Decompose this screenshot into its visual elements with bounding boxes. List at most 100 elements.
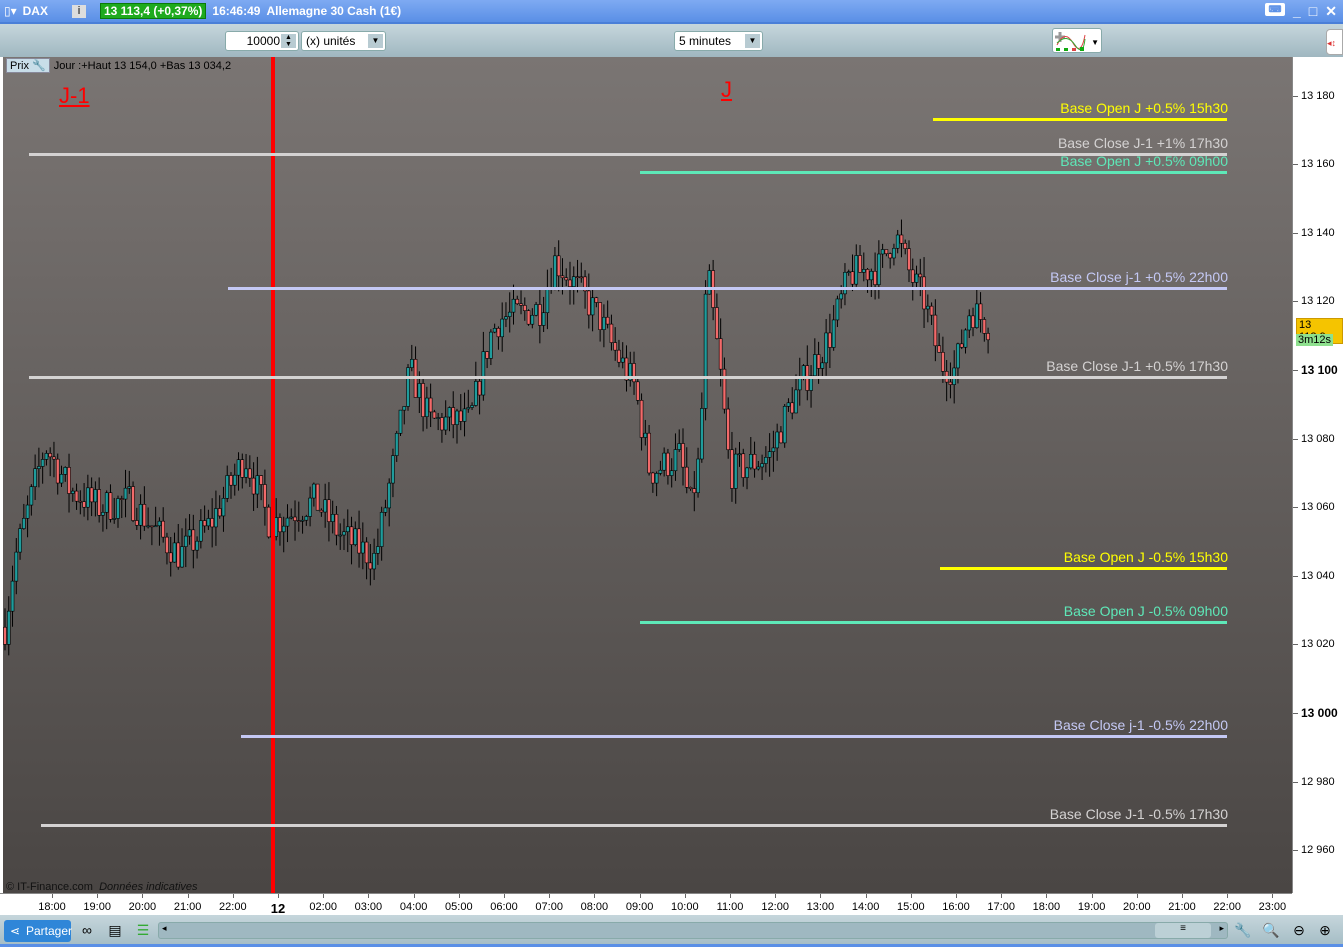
side-panel-toggle[interactable]: ◂↕ <box>1326 29 1343 55</box>
price-tab-label: Prix <box>10 60 29 72</box>
stepper-arrows-icon[interactable]: ▲ ▼ <box>281 34 296 48</box>
candle-up <box>436 417 440 419</box>
notes-icon[interactable]: ▤ <box>106 921 124 939</box>
level-line[interactable] <box>639 621 1228 625</box>
candle-down <box>651 472 655 484</box>
chevron-down-icon[interactable]: ▼ <box>745 34 760 48</box>
level-label: Base Close J-1 -0.5% 17h30 <box>1049 806 1228 823</box>
level-line[interactable] <box>29 375 1228 379</box>
candle-down <box>319 509 324 513</box>
disclaimer-text: Données indicatives <box>99 881 198 893</box>
chart-settings-icon[interactable]: 🔧 <box>1234 921 1252 939</box>
level-label: Base Open J -0.5% 09h00 <box>1063 603 1228 620</box>
horizontal-scrollbar[interactable]: ◂ ≡ ▸ <box>158 922 1228 939</box>
candles-layer <box>3 57 990 893</box>
chevron-down-icon[interactable]: ▼ <box>1091 34 1099 52</box>
candle-down <box>191 529 196 551</box>
candle-down <box>850 271 855 285</box>
maximize-icon[interactable]: □ <box>1309 3 1317 20</box>
level-line[interactable] <box>29 152 1228 156</box>
candle-up <box>511 298 516 313</box>
info-icon[interactable]: i <box>71 4 86 18</box>
time-axis[interactable]: 18:00 19:00 20:00 21:00 22:00 12 02:00 03:00 04:… <box>0 893 1292 916</box>
time-tick-label: 22:00 <box>1213 901 1241 913</box>
price-axis[interactable]: 13 112,9 3m12s 13 18013 16013 14013 1201… <box>1292 57 1343 893</box>
zoom-in-icon[interactable]: ⊕ <box>1316 921 1334 939</box>
candle-up <box>877 253 881 285</box>
level-line[interactable] <box>933 117 1228 121</box>
candle-down <box>89 487 94 503</box>
candle-up <box>462 408 467 422</box>
interval-select[interactable]: 5 minutes ▼ <box>674 31 763 51</box>
price-tick <box>1293 370 1298 371</box>
close-icon[interactable]: ✕ <box>1325 3 1337 20</box>
time-tick <box>504 894 505 898</box>
candle-down <box>647 432 651 474</box>
candle-down <box>681 443 685 468</box>
time-tick <box>413 894 415 898</box>
wrench-icon[interactable]: 🔧 <box>32 60 46 72</box>
quantity-value[interactable]: 10000 <box>247 34 280 48</box>
scroll-thumb[interactable]: ≡ <box>1155 923 1211 938</box>
symbol-label[interactable]: DAX <box>23 4 48 18</box>
level-line[interactable] <box>940 566 1228 570</box>
time-tick-label: 23:00 <box>1258 901 1287 913</box>
candle-down <box>108 492 113 520</box>
minimize-icon[interactable]: _ <box>1293 3 1301 20</box>
candle-down <box>522 305 527 311</box>
time-tick <box>1046 894 1048 898</box>
candle-up <box>345 526 350 533</box>
level-label: Base Close j-1 -0.5% 22h00 <box>1053 716 1228 733</box>
candle-up <box>967 315 972 331</box>
candlestick-icon[interactable]: ▯▾ <box>4 4 17 18</box>
candle-up <box>153 525 158 528</box>
level-line[interactable] <box>228 287 1228 291</box>
indicators-button[interactable]: ▼ <box>1052 28 1102 53</box>
price-tick-label: 13 140 <box>1301 226 1335 239</box>
candle-down <box>451 407 456 425</box>
candle-up <box>771 447 776 452</box>
scroll-left-icon[interactable]: ◂ <box>162 923 167 934</box>
link-icon[interactable]: ∞ <box>78 921 96 939</box>
candle-down <box>752 454 757 470</box>
level-line[interactable] <box>40 824 1228 828</box>
level-line[interactable] <box>639 171 1228 175</box>
time-tick-label: 16:00 <box>942 901 970 913</box>
candle-up <box>206 518 211 527</box>
price-tab[interactable]: Prix 🔧 <box>6 58 50 73</box>
keyboard-icon[interactable]: ⌨ <box>1265 3 1285 16</box>
candle-down <box>229 475 233 486</box>
candle-up <box>813 354 817 377</box>
candle-down <box>428 397 433 413</box>
candle-up <box>492 327 497 333</box>
scroll-right-icon[interactable]: ▸ <box>1219 923 1224 934</box>
time-tick <box>1227 894 1229 898</box>
share-button[interactable]: ⋖ Partager <box>4 920 72 942</box>
candle-up <box>274 517 278 537</box>
candle-up <box>880 249 885 255</box>
auto-zoom-icon[interactable]: 🔍 <box>1262 921 1280 939</box>
candle-down <box>579 276 584 279</box>
candle-down <box>142 504 147 527</box>
time-tick-label: 22:00 <box>219 901 247 913</box>
price-tick <box>1293 95 1298 97</box>
level-line[interactable] <box>240 734 1228 738</box>
zoom-out-icon[interactable]: ⊖ <box>1290 921 1308 939</box>
candle-up <box>112 518 117 520</box>
order-book-icon[interactable]: ☰ <box>134 921 152 939</box>
candle-down <box>176 542 181 568</box>
candle-up <box>93 489 98 503</box>
candle-up <box>892 247 896 259</box>
price-tick <box>1293 644 1298 646</box>
chevron-down-icon[interactable]: ▼ <box>368 34 383 48</box>
candle-down <box>278 517 282 533</box>
price-chart[interactable]: Base Open J +0.5% 15h30 Base Close J-1 +1… <box>3 57 1292 893</box>
unit-select[interactable]: (x) unités ▼ <box>301 31 386 51</box>
candle-up <box>123 487 128 500</box>
candle-up <box>455 410 459 425</box>
quantity-stepper[interactable]: 10000 ▲ ▼ <box>225 31 299 51</box>
candle-up <box>86 487 90 508</box>
level-label: Base Close J-1 +1% 17h30 <box>1057 134 1228 151</box>
time-tick <box>52 894 53 898</box>
candle-down <box>485 351 489 359</box>
